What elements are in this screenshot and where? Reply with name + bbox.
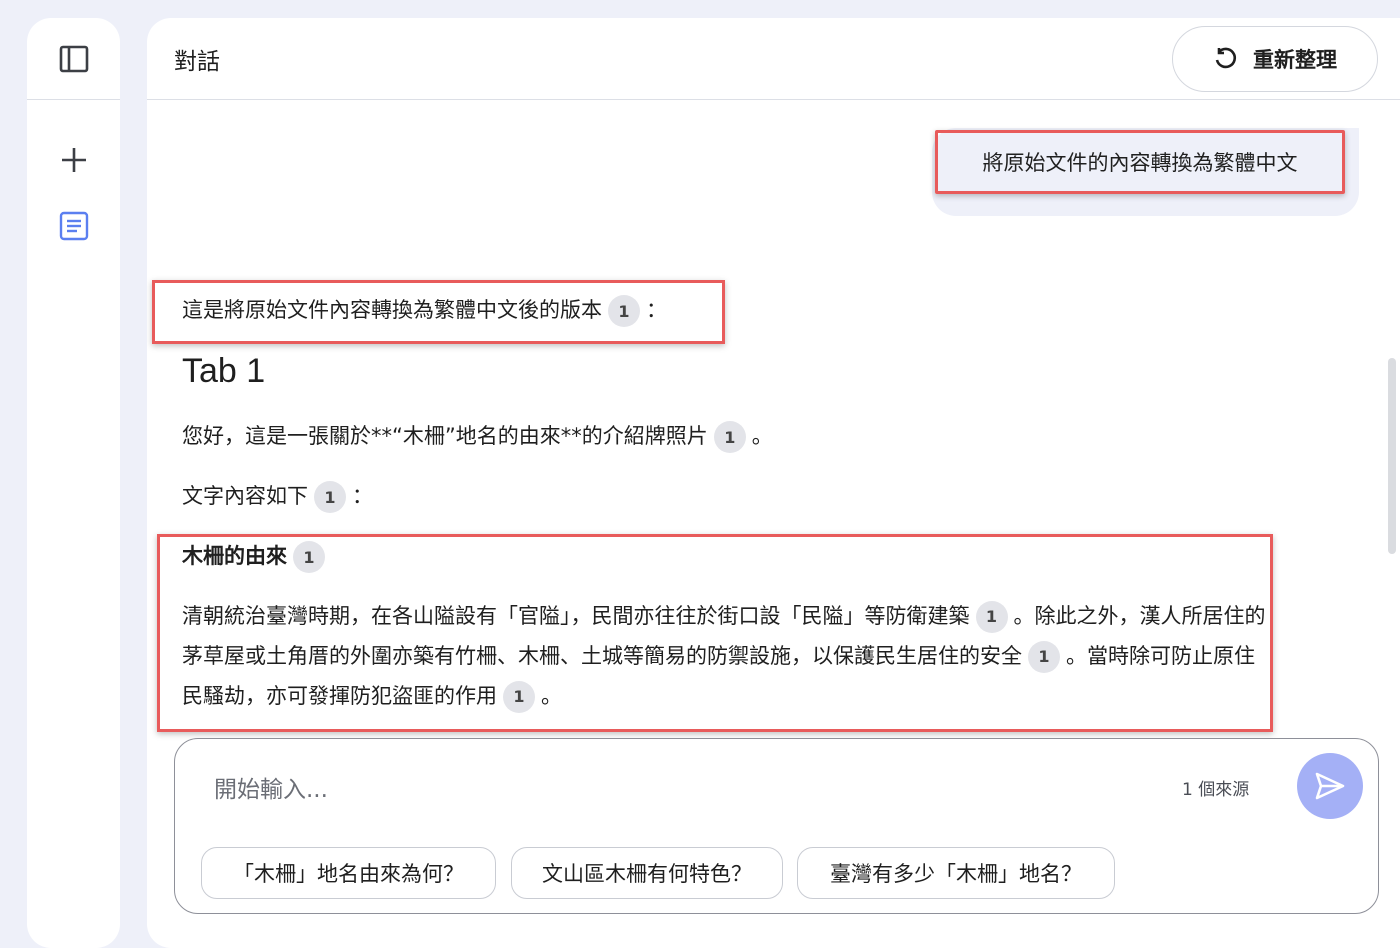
response-paragraph-a: 清朝統治臺灣時期，在各山隘設有「官隘」，民間亦往往於街口設「民隘」等防衛建築	[182, 604, 970, 628]
response-line-2-suffix: ：	[352, 484, 373, 508]
response-subheading: 木柵的由來 1	[182, 540, 331, 573]
notes-button[interactable]	[27, 204, 120, 248]
chat-header: 對話 重新整理	[147, 18, 1400, 100]
response-line-2: 文字內容如下 1：	[182, 480, 373, 513]
refresh-button[interactable]: 重新整理	[1172, 26, 1378, 92]
response-line-2-text: 文字內容如下	[182, 484, 308, 508]
sidebar-toggle-icon[interactable]	[58, 43, 90, 75]
left-rail	[27, 18, 120, 948]
plus-icon	[59, 145, 89, 175]
suggestion-chip-2[interactable]: 文山區木柵有何特色？	[511, 847, 783, 899]
response-paragraph: 清朝統治臺灣時期，在各山隘設有「官隘」，民間亦往往於街口設「民隘」等防衛建築 1。…	[182, 596, 1267, 716]
chat-panel: 對話 重新整理 將原始文件的內容轉換為繁體中文 這是將原始文件內容轉換為繁體中文…	[147, 18, 1400, 948]
suggestion-chip-3[interactable]: 臺灣有多少「木柵」地名？	[797, 847, 1115, 899]
citation-badge[interactable]: 1	[975, 601, 1008, 633]
response-line-1-suffix: 。	[751, 424, 773, 448]
citation-badge[interactable]: 1	[503, 681, 535, 713]
source-count: 1 個來源	[1182, 780, 1250, 800]
citation-badge[interactable]: 1	[608, 295, 640, 327]
response-line-1: 您好，這是一張關於**“木柵”地名的由來**的介紹牌照片 1。	[182, 420, 773, 453]
response-subheading-text: 木柵的由來	[182, 544, 287, 568]
response-intro: 這是將原始文件內容轉換為繁體中文後的版本 1：	[182, 294, 667, 327]
chat-input-box[interactable]: 開始輸入... 1 個來源 「木柵」地名由來為何？ 文山區木柵有何特色？ 臺灣有…	[174, 738, 1379, 914]
rail-header	[27, 18, 120, 100]
citation-badge[interactable]: 1	[713, 421, 746, 453]
refresh-label: 重新整理	[1253, 48, 1337, 72]
chat-input[interactable]: 開始輸入...	[214, 770, 328, 804]
citation-badge[interactable]: 1	[1028, 641, 1060, 673]
response-paragraph-d: 。	[541, 684, 562, 708]
response-line-1-text: 您好，這是一張關於**“木柵”地名的由來**的介紹牌照片	[182, 424, 708, 448]
user-message: 將原始文件的內容轉換為繁體中文	[935, 130, 1345, 194]
send-button[interactable]	[1297, 753, 1363, 819]
refresh-icon	[1213, 46, 1239, 72]
response-intro-suffix: ：	[646, 298, 667, 322]
response-heading: Tab 1	[182, 352, 266, 390]
send-icon	[1313, 769, 1347, 803]
scrollbar-thumb[interactable]	[1388, 358, 1396, 554]
page-title: 對話	[174, 49, 220, 75]
citation-badge[interactable]: 1	[314, 481, 346, 513]
document-icon	[58, 210, 90, 242]
response-intro-text: 這是將原始文件內容轉換為繁體中文後的版本	[182, 298, 602, 322]
citation-badge[interactable]: 1	[293, 541, 325, 573]
new-button[interactable]	[27, 138, 120, 182]
suggestion-chip-1[interactable]: 「木柵」地名由來為何？	[201, 847, 496, 899]
